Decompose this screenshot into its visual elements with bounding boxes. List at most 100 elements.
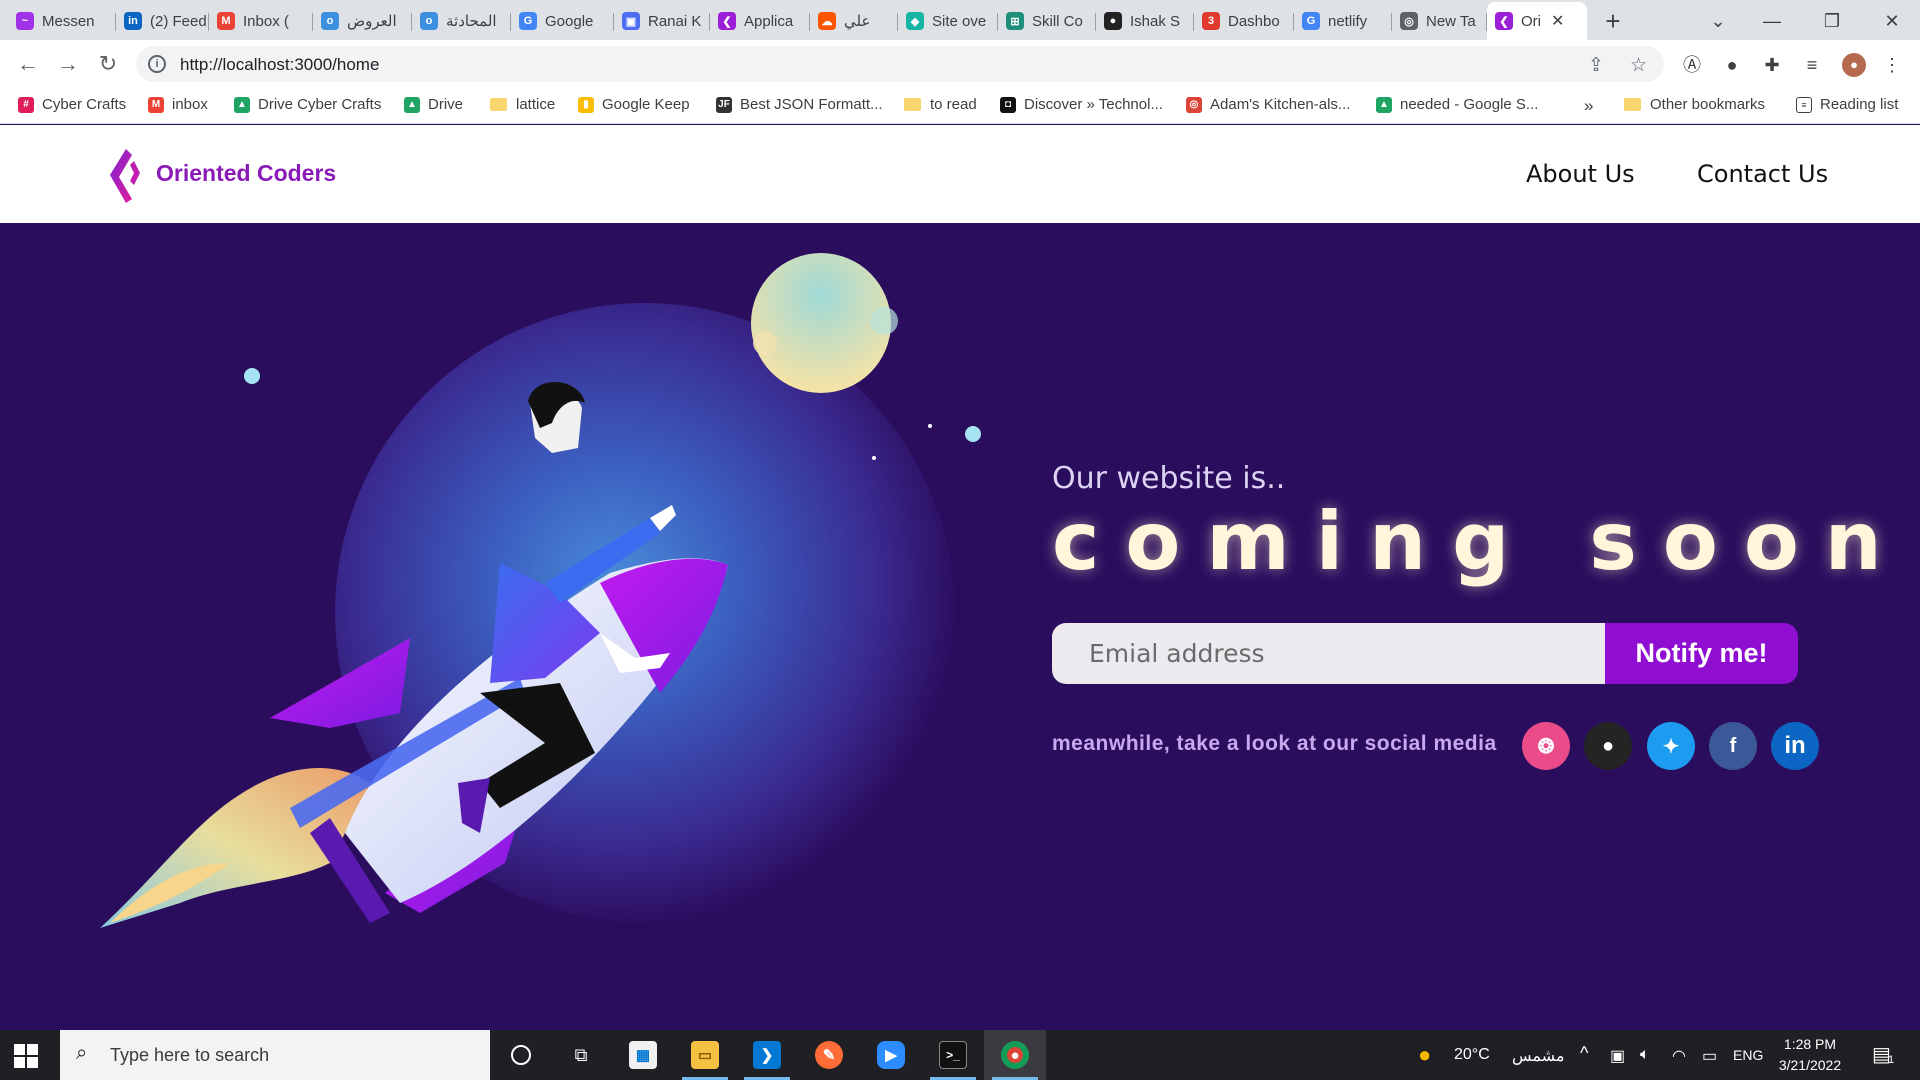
nav-about-us[interactable]: About Us: [1526, 160, 1635, 188]
coming-soon-headline: coming soon: [1052, 495, 1908, 588]
bookmark-item[interactable]: JF Best JSON Formatt...: [716, 96, 883, 113]
browser-tab-label: Dashbo: [1228, 12, 1280, 30]
forward-icon[interactable]: →: [52, 48, 84, 80]
share-icon[interactable]: ⇪: [1588, 54, 1604, 77]
notify-form: Notify me!: [1052, 623, 1798, 684]
google-keep-icon: ▮: [578, 96, 594, 113]
cortana-icon[interactable]: [490, 1030, 552, 1080]
other-bookmarks[interactable]: Other bookmarks: [1624, 96, 1765, 113]
browser-tab[interactable]: ⊞ Skill Co: [998, 6, 1096, 36]
volume-icon[interactable]: 🔈︎: [1640, 1046, 1650, 1064]
postman-icon[interactable]: ✎: [798, 1030, 860, 1080]
windows-start-icon[interactable]: [14, 1044, 38, 1068]
new-tab-button[interactable]: +: [1598, 6, 1628, 36]
bookmark-label: needed - Google S...: [1400, 96, 1539, 113]
notify-button[interactable]: Notify me!: [1605, 623, 1798, 684]
chrome-menu-icon[interactable]: ⋮: [1880, 53, 1904, 77]
bookmark-item[interactable]: ▮ Google Keep: [578, 96, 690, 113]
minimize-button[interactable]: —: [1752, 6, 1792, 36]
star: [244, 368, 260, 384]
nav-contact-us[interactable]: Contact Us: [1697, 160, 1828, 188]
moon: [751, 253, 891, 393]
linkedin-icon: in: [124, 12, 142, 30]
bookmark-item[interactable]: # Cyber Crafts: [18, 96, 126, 113]
bookmark-item[interactable]: ▲ Drive: [404, 96, 463, 113]
microsoft-store-icon[interactable]: ▦: [612, 1030, 674, 1080]
browser-tab[interactable]: 3 Dashbo: [1194, 6, 1294, 36]
oriented-coders-logo-icon[interactable]: [104, 147, 144, 207]
rocket-illustration: [100, 253, 981, 928]
circle-app-icon: o: [420, 12, 438, 30]
terminal-icon[interactable]: >_: [922, 1030, 984, 1080]
oriented-coders-icon: ❮: [718, 12, 736, 30]
browser-tab[interactable]: o العروض: [313, 6, 412, 36]
profile-avatar[interactable]: ●: [1842, 53, 1866, 77]
site-info-icon[interactable]: i: [148, 55, 166, 73]
weather-temperature[interactable]: 20°C: [1454, 1046, 1490, 1064]
browser-tab[interactable]: ☁ علي: [810, 6, 898, 36]
reload-icon[interactable]: ↻: [92, 48, 124, 80]
bookmark-item[interactable]: ▲ Drive Cyber Crafts: [234, 96, 381, 113]
show-hidden-icons-chevron-icon[interactable]: ^: [1580, 1043, 1588, 1064]
browser-tab[interactable]: ◎ New Ta: [1392, 6, 1487, 36]
browser-tab[interactable]: G Google: [511, 6, 614, 36]
bookmark-item[interactable]: lattice: [490, 96, 555, 113]
gmail-icon: M: [148, 96, 164, 113]
bookmark-item[interactable]: Minbox: [148, 96, 208, 113]
linkedin-icon[interactable]: in: [1771, 722, 1819, 770]
weather-description[interactable]: مشمس: [1512, 1046, 1565, 1066]
taskbar-search-box[interactable]: ⌕ Type here to search: [60, 1030, 490, 1080]
browser-tab[interactable]: M Inbox (: [209, 6, 313, 36]
sun-weather-icon[interactable]: ●: [1418, 1042, 1431, 1068]
task-view-icon[interactable]: ⧉: [550, 1030, 612, 1080]
github-icon[interactable]: ●: [1584, 722, 1632, 770]
restore-button[interactable]: ❐: [1812, 6, 1852, 36]
browser-tab[interactable]: ▣ Ranai K: [614, 6, 710, 36]
url-text[interactable]: http://localhost:3000/home: [180, 55, 379, 75]
bookmark-item[interactable]: ▲ needed - Google S...: [1376, 96, 1538, 113]
address-bar[interactable]: i http://localhost:3000/home ⇪ ☆: [136, 46, 1664, 82]
email-input[interactable]: [1052, 623, 1605, 684]
wifi-icon[interactable]: ◠: [1672, 1046, 1686, 1066]
facebook-icon[interactable]: f: [1709, 722, 1757, 770]
extension-a-icon[interactable]: Ⓐ: [1680, 53, 1704, 77]
browser-tab[interactable]: ● Ishak S: [1096, 6, 1194, 36]
reading-list-icon: ≡: [1796, 96, 1812, 113]
vscode-icon[interactable]: ❯: [736, 1030, 798, 1080]
back-icon[interactable]: ←: [12, 48, 44, 80]
tab-search-icon[interactable]: ⌄: [1698, 6, 1738, 36]
browser-tab[interactable]: ❮ Applica: [710, 6, 810, 36]
browser-tab[interactable]: ~ Messen: [8, 6, 116, 36]
browser-tab-label: Ranai K: [648, 12, 702, 30]
twitter-icon[interactable]: ✦: [1647, 722, 1695, 770]
bookmark-item[interactable]: to read: [904, 96, 977, 113]
bookmarks-overflow-icon[interactable]: »: [1584, 96, 1593, 116]
skill-icon: ⊞: [1006, 12, 1024, 30]
language-indicator[interactable]: ENG: [1733, 1047, 1763, 1063]
zoom-icon[interactable]: ▶: [860, 1030, 922, 1080]
taskbar-clock[interactable]: 1:28 PM 3/21/2022: [1762, 1034, 1858, 1076]
chrome-taskbar-icon[interactable]: ●: [984, 1030, 1046, 1080]
close-window-button[interactable]: ✕: [1872, 6, 1912, 36]
media-control-icon[interactable]: ≡: [1800, 53, 1824, 77]
battery-icon[interactable]: ▭: [1702, 1046, 1717, 1066]
file-explorer-icon[interactable]: ▭: [674, 1030, 736, 1080]
browser-tab[interactable]: ◆ Site ove: [898, 6, 998, 36]
puzzle-extensions-icon[interactable]: ✚: [1760, 53, 1784, 77]
github-icon: ●: [1104, 12, 1122, 30]
meet-now-icon[interactable]: ▣: [1610, 1046, 1625, 1066]
browser-tab[interactable]: ❮ Ori ✕: [1487, 2, 1587, 40]
dribbble-icon[interactable]: ❂: [1522, 722, 1570, 770]
bookmark-item[interactable]: ◘ Discover » Technol...: [1000, 96, 1163, 113]
bookmark-label: to read: [930, 96, 977, 113]
profile-extension-icon[interactable]: ●: [1720, 53, 1744, 77]
browser-tab[interactable]: in (2) Feed: [116, 6, 209, 36]
browser-tab[interactable]: o المحادثة: [412, 6, 511, 36]
site-header: Oriented Coders About Us Contact Us: [0, 125, 1920, 223]
close-tab-icon[interactable]: ✕: [1551, 11, 1564, 31]
reading-list[interactable]: ≡ Reading list: [1796, 96, 1898, 113]
browser-tab[interactable]: Gnetlify: [1294, 6, 1392, 36]
bookmark-star-icon[interactable]: ☆: [1630, 54, 1647, 77]
bookmark-item[interactable]: ◎ Adam's Kitchen-als...: [1186, 96, 1350, 113]
brand-name[interactable]: Oriented Coders: [156, 160, 336, 187]
